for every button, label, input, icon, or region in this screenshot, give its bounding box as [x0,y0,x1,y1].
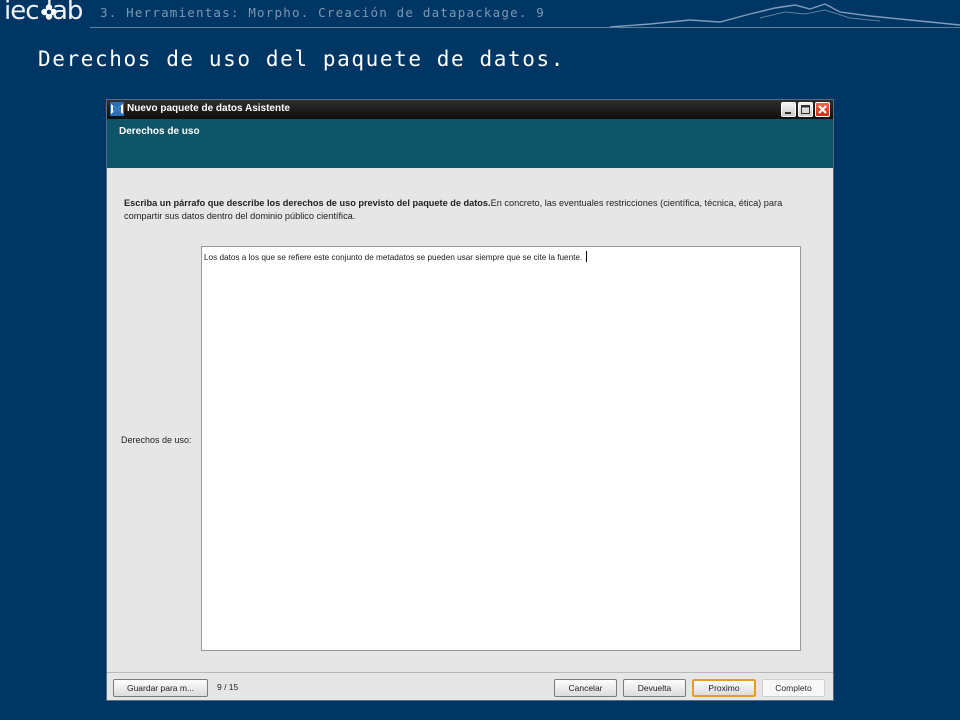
flower-icon [41,4,57,20]
slide-header: iec lab 3. Herramientas: Morpho. Creació… [0,0,960,28]
window-title: Nuevo paquete de datos Asistente [127,103,290,114]
page-indicator: 9 / 15 [217,682,239,692]
instructions-text: Escriba un párrafo que describe los dere… [124,197,794,223]
finish-button[interactable]: Completo [762,679,825,697]
slide-title: Derechos de uso del paquete de datos. [38,47,565,71]
cancel-button[interactable]: Cancelar [554,679,617,697]
iecolab-logo: iec lab [4,0,86,26]
usage-rights-label: Derechos de uso: [121,435,192,445]
back-button[interactable]: Devuelta [623,679,686,697]
footer-divider [107,672,833,673]
mountains-decoration-icon [610,3,960,28]
step-title: Derechos de uso [119,126,200,137]
minimize-icon [785,112,791,114]
window-titlebar[interactable]: Nuevo paquete de datos Asistente [107,100,833,119]
morpho-app-icon [110,102,124,116]
usage-rights-value: Los datos a los que se refiere este conj… [204,251,588,262]
instructions-bold: Escriba un párrafo que describe los dere… [124,198,491,208]
wizard-step-header: Derechos de uso [107,119,833,168]
header-rule [90,27,960,28]
maximize-icon [801,105,810,114]
minimize-button[interactable] [781,102,796,117]
usage-rights-textarea[interactable]: Los datos a los que se refiere este conj… [201,246,801,651]
maximize-button[interactable] [798,102,813,117]
next-button[interactable]: Proximo [692,679,756,697]
close-icon [818,105,827,114]
header-title: 3. Herramientas: Morpho. Creación de dat… [100,5,546,20]
usage-rights-value-text: Los datos a los que se refiere este conj… [204,253,583,262]
save-for-later-button[interactable]: Guardar para m... [113,679,208,697]
close-button[interactable] [815,102,830,117]
wizard-window: Nuevo paquete de datos Asistente Derecho… [106,99,834,701]
text-caret [586,251,588,262]
